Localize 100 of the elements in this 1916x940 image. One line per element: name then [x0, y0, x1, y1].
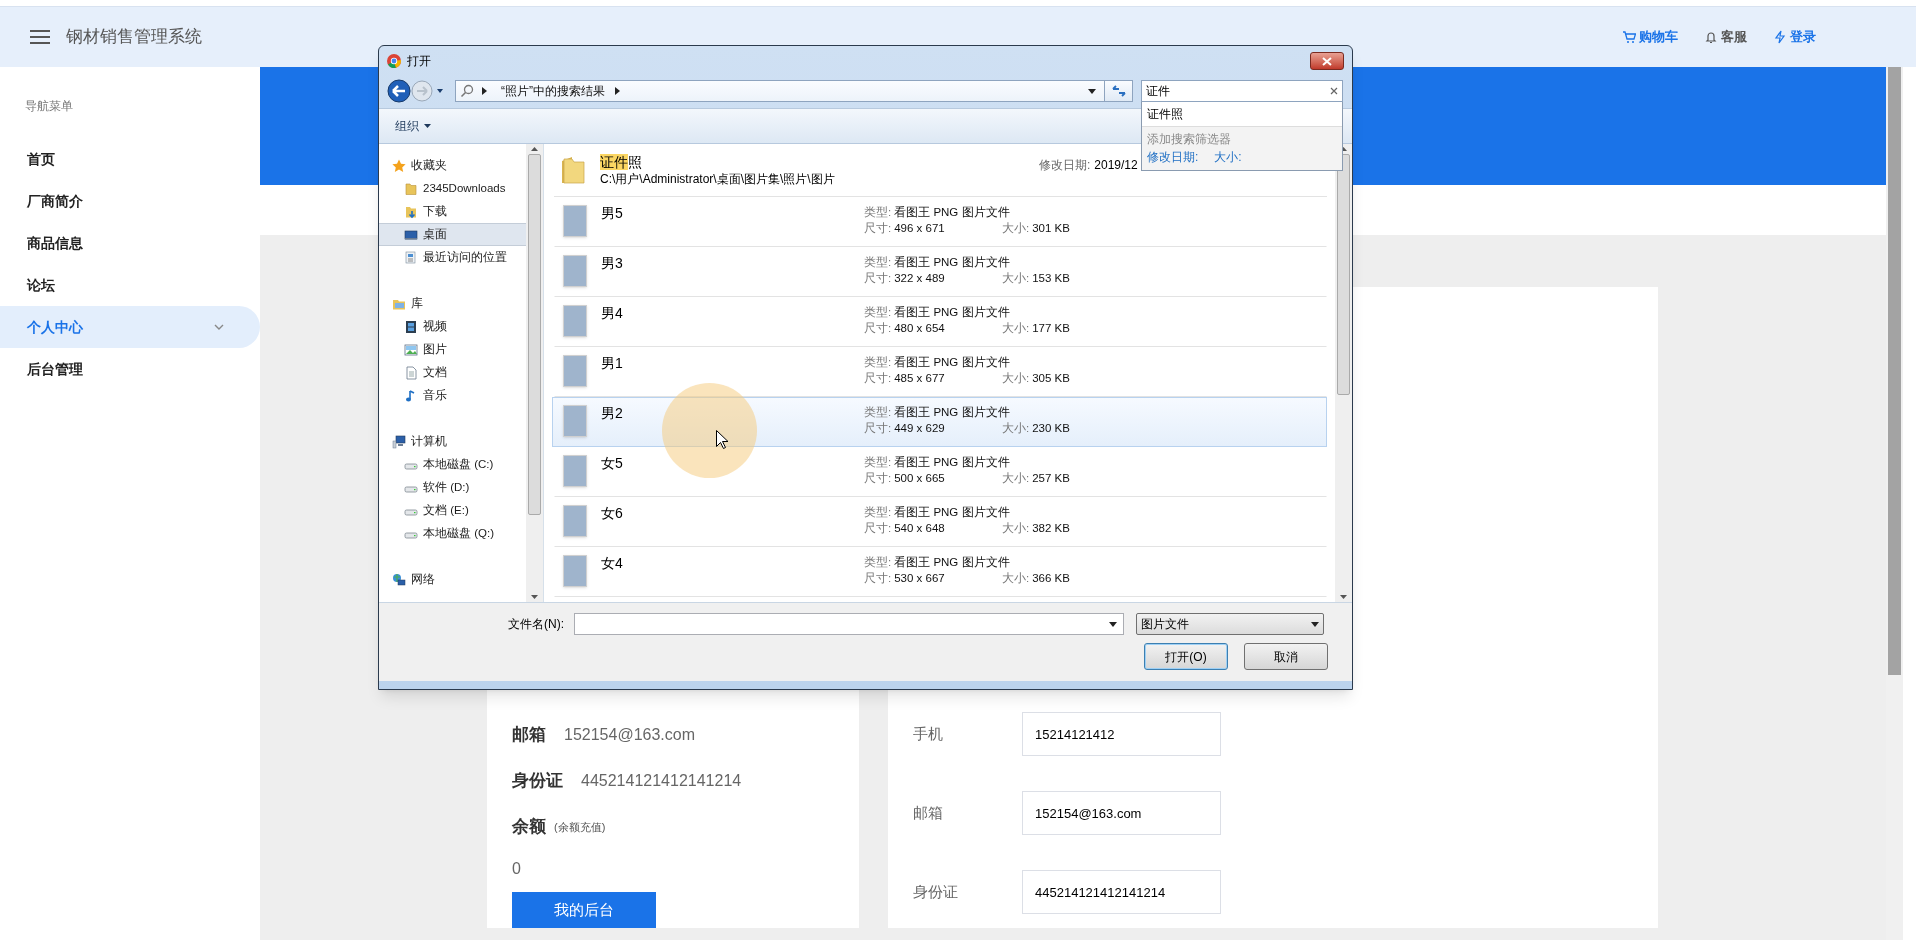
search-field[interactable]: 证件	[1141, 80, 1343, 102]
sidebar-item[interactable]: 个人中心	[0, 306, 260, 348]
photo-placeholder	[563, 305, 587, 337]
scrollbar[interactable]	[1335, 144, 1352, 602]
address-bar[interactable]: “照片”中的搜索结果	[455, 80, 1105, 102]
close-button[interactable]	[1310, 52, 1344, 70]
nav-item[interactable]: 音乐	[379, 384, 526, 407]
sidebar-item[interactable]: 厂商简介	[0, 180, 260, 222]
scroll-up-icon[interactable]	[1340, 147, 1347, 151]
file-name: 男1	[601, 354, 624, 372]
size-label: 大小:	[1002, 471, 1030, 486]
dimensions-value: 530 x 667	[894, 571, 945, 586]
field-label: 邮箱	[512, 724, 546, 747]
dialog-button[interactable]: 取消	[1244, 643, 1328, 670]
chevron-icon	[615, 87, 620, 95]
type-label: 类型:	[864, 255, 892, 270]
scroll-up-icon[interactable]	[531, 147, 538, 151]
cursor-icon	[716, 430, 728, 449]
file-row[interactable]: 男3 类型: 看图王 PNG 图片文件 尺寸: 322 x 489 大小: 153 KB	[554, 247, 1327, 297]
chevron-down-icon	[214, 324, 224, 330]
menu-icon[interactable]	[30, 30, 50, 44]
filter-link[interactable]: 大小:	[1214, 148, 1242, 166]
nav-item[interactable]: 文档 (E:)	[379, 499, 526, 522]
file-row[interactable]: 男4 类型: 看图王 PNG 图片文件 尺寸: 480 x 654 大小: 177 KB	[554, 297, 1327, 347]
file-row[interactable]: 男5 类型: 看图王 PNG 图片文件 尺寸: 496 x 671 大小: 301 KB	[554, 197, 1327, 247]
dialog-title: 打开	[407, 53, 431, 70]
file-row[interactable]: 女5 类型: 看图王 PNG 图片文件 尺寸: 500 x 665 大小: 257 KB	[554, 447, 1327, 497]
size-label: 大小:	[1002, 321, 1030, 336]
nav-item[interactable]: 本地磁盘 (C:)	[379, 453, 526, 476]
scroll-down-icon[interactable]	[531, 595, 538, 599]
type-value: 看图王 PNG 图片文件	[894, 255, 1010, 270]
recharge-link[interactable]: (余额充值)	[554, 818, 606, 836]
scroll-down-icon[interactable]	[1340, 595, 1347, 599]
file-name: 女5	[601, 454, 624, 472]
sidebar-item[interactable]: 商品信息	[0, 222, 260, 264]
bell-icon	[1704, 30, 1718, 44]
file-type-select[interactable]: 图片文件	[1136, 613, 1324, 635]
field-label: 身份证	[512, 770, 563, 793]
size-label: 大小:	[1002, 371, 1030, 386]
nav-item[interactable]: 2345Downloads	[379, 177, 526, 200]
dimensions-value: 322 x 489	[894, 271, 945, 286]
dimensions-label: 尺寸:	[864, 421, 892, 436]
file-row[interactable]: 女4 类型: 看图王 PNG 图片文件 尺寸: 530 x 667 大小: 366 KB	[554, 547, 1327, 597]
film-icon	[404, 319, 418, 334]
recent-places-icon	[404, 250, 418, 265]
field-value: 152154@163.com	[564, 725, 695, 745]
header-link[interactable]: 购物车	[1622, 27, 1678, 47]
nav-item[interactable]: 计算机	[379, 430, 526, 453]
header-link[interactable]: 登录	[1773, 27, 1816, 47]
input-field[interactable]: 152154@163.com	[1022, 791, 1221, 835]
file-row[interactable]: 女6 类型: 看图王 PNG 图片文件 尺寸: 540 x 648 大小: 382 KB	[554, 497, 1327, 547]
breadcrumb[interactable]: “照片”中的搜索结果	[501, 82, 605, 100]
sidebar-item[interactable]: 论坛	[0, 264, 260, 306]
filename-field[interactable]	[574, 613, 1124, 635]
input-field[interactable]: 15214121412	[1022, 712, 1221, 756]
organize-menu[interactable]: 组织	[395, 117, 431, 135]
document-icon	[404, 365, 418, 380]
sidebar-item[interactable]: 后台管理	[0, 348, 260, 390]
nav-item[interactable]: 本地磁盘 (Q:)	[379, 522, 526, 545]
filter-link[interactable]: 修改日期:	[1147, 148, 1199, 166]
input-field[interactable]: 445214121412141214	[1022, 870, 1221, 914]
dimensions-label: 尺寸:	[864, 271, 892, 286]
dropdown-icon[interactable]	[1109, 621, 1117, 627]
file-name: 女6	[601, 504, 624, 522]
nav-item[interactable]: 下载	[379, 200, 526, 223]
header-link[interactable]: 客服	[1704, 27, 1747, 47]
type-label: 类型:	[864, 205, 892, 220]
nav-item[interactable]: 库	[379, 292, 526, 315]
suggestion-item[interactable]: 证件照	[1142, 102, 1342, 126]
type-label: 类型:	[864, 405, 892, 420]
nav-item[interactable]: 网络	[379, 568, 526, 591]
nav-item[interactable]: 软件 (D:)	[379, 476, 526, 499]
scrollbar[interactable]	[1886, 67, 1903, 940]
dropdown-icon[interactable]	[1088, 88, 1096, 94]
dialog-button[interactable]: 打开(O)	[1144, 643, 1228, 670]
browser-logo-icon	[387, 54, 401, 68]
refresh-button[interactable]	[1105, 80, 1133, 102]
file-row[interactable]: 男2 类型: 看图王 PNG 图片文件 尺寸: 449 x 629 大小: 230 KB	[552, 397, 1327, 447]
download-folder-icon	[404, 204, 418, 219]
nav-item[interactable]: 图片	[379, 338, 526, 361]
dimensions-label: 尺寸:	[864, 471, 892, 486]
file-name: 女4	[601, 554, 624, 572]
search-icon	[460, 84, 474, 98]
nav-item[interactable]: 文档	[379, 361, 526, 384]
nav-item[interactable]: 桌面	[379, 223, 526, 246]
nav-item[interactable]: 收藏夹	[379, 154, 526, 177]
sidebar-item[interactable]: 首页	[0, 138, 260, 180]
nav-item[interactable]: 视频	[379, 315, 526, 338]
scrollbar[interactable]	[526, 144, 543, 602]
filter-heading: 添加搜索筛选器	[1147, 131, 1232, 148]
folder-path: C:\用户\Administrator\桌面\图片集\照片\图片	[600, 171, 835, 187]
computer-icon	[392, 434, 406, 449]
size-value: 230 KB	[1032, 421, 1070, 436]
clear-icon[interactable]	[1330, 87, 1338, 95]
file-name: 男4	[601, 304, 624, 322]
folder-icon	[560, 155, 586, 185]
backend-button[interactable]: 我的后台	[512, 892, 656, 928]
nav-item[interactable]: 最近访问的位置	[379, 246, 526, 269]
picture-icon	[404, 342, 418, 357]
type-value: 看图王 PNG 图片文件	[894, 405, 1010, 420]
